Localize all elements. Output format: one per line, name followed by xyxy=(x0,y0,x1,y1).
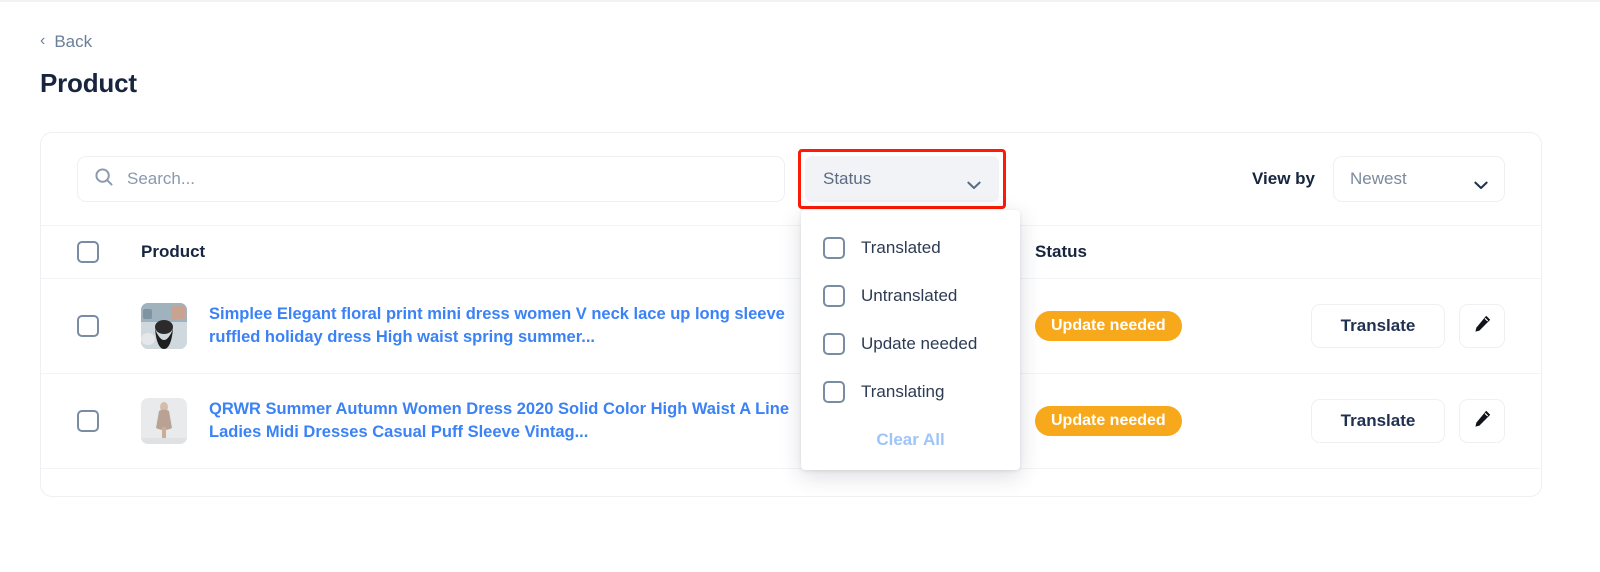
translate-button[interactable]: Translate xyxy=(1311,304,1445,348)
row-select-cell xyxy=(77,315,141,337)
status-badge: Update needed xyxy=(1035,311,1182,341)
row-status-cell: Update needed xyxy=(1035,406,1255,436)
status-filter-button[interactable]: Status xyxy=(805,156,999,202)
row-checkbox[interactable] xyxy=(77,410,99,432)
view-by-value: Newest xyxy=(1350,169,1407,188)
row-actions-cell: Translate xyxy=(1255,399,1505,443)
pencil-icon xyxy=(1473,409,1492,433)
dropdown-option-translating[interactable]: Translating xyxy=(801,368,1020,416)
product-title-link[interactable]: Simplee Elegant floral print mini dress … xyxy=(209,303,829,350)
option-checkbox[interactable] xyxy=(823,333,845,355)
view-by-label: View by xyxy=(1252,169,1315,188)
option-label: Update needed xyxy=(861,334,978,353)
row-actions-cell: Translate xyxy=(1255,304,1505,348)
status-filter-wrap: Status xyxy=(798,149,1006,209)
table-row: QRWR Summer Autumn Women Dress 2020 Soli… xyxy=(41,374,1541,469)
edit-button[interactable] xyxy=(1459,304,1505,348)
dropdown-option-translated[interactable]: Translated xyxy=(801,224,1020,272)
option-checkbox[interactable] xyxy=(823,237,845,259)
status-dropdown-menu: Translated Untranslated Update needed Tr… xyxy=(801,210,1020,470)
status-badge: Update needed xyxy=(1035,406,1182,436)
search-input[interactable] xyxy=(127,169,768,189)
list-toolbar: Status View by Newest xyxy=(41,133,1541,225)
option-checkbox[interactable] xyxy=(823,381,845,403)
chevron-left-icon: ‹ xyxy=(40,32,46,49)
page-header: ‹ Back Product xyxy=(0,2,1600,99)
edit-button[interactable] xyxy=(1459,399,1505,443)
translate-button[interactable]: Translate xyxy=(1311,399,1445,443)
row-checkbox[interactable] xyxy=(77,315,99,337)
table-header: Product Status xyxy=(41,225,1541,279)
option-label: Translated xyxy=(861,238,941,257)
option-label: Untranslated xyxy=(861,286,958,305)
dropdown-option-untranslated[interactable]: Untranslated xyxy=(801,272,1020,320)
search-icon xyxy=(94,167,114,192)
search-box[interactable] xyxy=(77,156,785,202)
option-checkbox[interactable] xyxy=(823,285,845,307)
select-all-checkbox[interactable] xyxy=(77,241,99,263)
chevron-down-icon xyxy=(1474,175,1488,189)
product-title-link[interactable]: QRWR Summer Autumn Women Dress 2020 Soli… xyxy=(209,398,829,445)
status-filter-label: Status xyxy=(823,169,872,188)
dropdown-option-update-needed[interactable]: Update needed xyxy=(801,320,1020,368)
product-thumbnail xyxy=(141,398,187,444)
back-link[interactable]: ‹ Back xyxy=(40,33,92,50)
pencil-icon xyxy=(1473,314,1492,338)
product-list-card: Status View by Newest xyxy=(40,132,1542,497)
row-status-cell: Update needed xyxy=(1035,311,1255,341)
page-title: Product xyxy=(40,68,137,98)
chevron-down-icon xyxy=(967,175,981,189)
option-label: Translating xyxy=(861,382,945,401)
view-by-group: View by Newest xyxy=(1252,156,1505,202)
product-thumbnail xyxy=(141,303,187,349)
row-select-cell xyxy=(77,410,141,432)
table-row: Simplee Elegant floral print mini dress … xyxy=(41,279,1541,374)
back-label: Back xyxy=(54,31,93,51)
view-by-select[interactable]: Newest xyxy=(1333,156,1505,202)
select-all-cell xyxy=(77,241,141,263)
column-header-status: Status xyxy=(1035,242,1087,261)
clear-all-button[interactable]: Clear All xyxy=(801,416,1020,460)
